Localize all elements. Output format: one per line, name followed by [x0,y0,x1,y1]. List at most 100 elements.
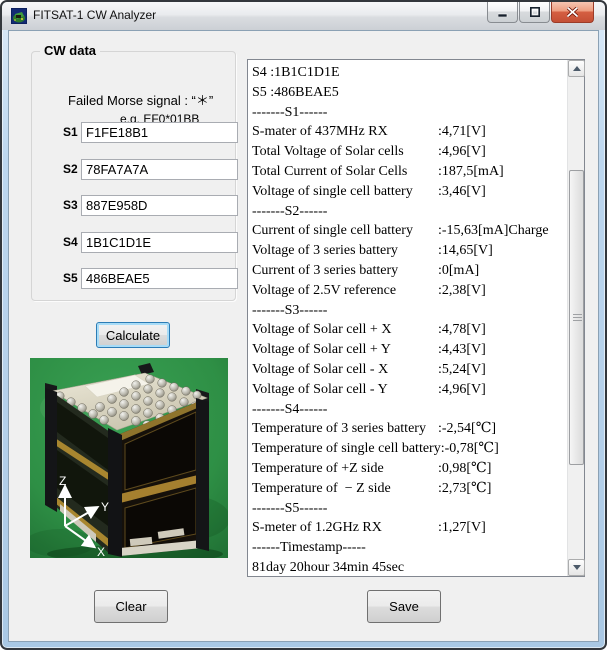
output-line-value: :0[mA] [438,262,480,278]
output-line: S5 :486BEAE5 [252,83,567,103]
scroll-down-button[interactable] [568,559,585,576]
s3-label: S3 [63,198,78,212]
s2-input[interactable] [81,159,238,180]
calculate-button[interactable]: Calculate [96,322,170,348]
output-line-value: :4,96[V] [438,144,486,160]
titlebar[interactable]: FITSAT-1 CW Analyzer [2,2,605,30]
scroll-down-icon [572,565,581,570]
output-line-label: 81day 20hour 34min 45sec [252,559,405,575]
client-area: CW data Failed Morse signal : “＊” e.g. E… [8,30,599,642]
axis-y-label: Y [101,500,109,514]
scrollbar-grip-icon [573,313,582,322]
groupbox-title: CW data [40,43,100,58]
scroll-up-button[interactable] [568,60,585,77]
output-line: Temperature of 3 series battery :-2,54[℃] [252,419,567,439]
output-line-label: Voltage of Solar cell + X [252,322,392,338]
scroll-up-icon [572,66,581,71]
output-line-label: S4 :1B1C1D1E [252,65,340,80]
output-line: -------S1------ [252,103,567,123]
output-line-label: Temperature of 3 series battery [252,421,426,437]
output-scrollbar[interactable] [567,60,585,576]
output-line-value: :0,98[℃] [438,460,492,476]
output-line-value: :3,46[V] [438,183,486,199]
output-line-value: :14,65[V] [438,243,493,259]
output-line-value: :4,78[V] [438,322,486,338]
output-line: 81day 20hour 34min 45sec [252,558,567,576]
output-line: Voltage of 3 series battery :14,65[V] [252,241,567,261]
cw-data-groupbox: CW data Failed Morse signal : “＊” e.g. E… [31,43,238,301]
output-line-label: Voltage of single cell battery [252,183,413,199]
output-line-label: Voltage of 2.5V reference [252,282,397,298]
output-line-label: -------S2------ [252,203,328,219]
close-icon [567,7,578,17]
output-line: Voltage of Solar cell - Y :4,96[V] [252,380,567,400]
output-line-label: Temperature of +Z side [252,460,384,476]
output-line-value: :2,38[V] [438,282,486,298]
telemetry-output-box[interactable]: S4 :1B1C1D1E S5 :486BEAE5 -------S1------ S… [247,59,585,577]
output-line-value: :-2,54[℃] [438,421,497,437]
output-line-label: -------S3------ [252,302,328,318]
output-line-value: :187,5[mA] [438,163,504,179]
s2-label: S2 [63,162,78,176]
failed-morse-hint: Failed Morse signal : “＊” [68,93,214,108]
s4-label: S4 [63,235,78,249]
output-line-value: :-0,78[℃] [440,441,499,457]
output-lines: S4 :1B1C1D1E S5 :486BEAE5 -------S1------ S… [248,60,567,576]
maximize-button[interactable] [519,2,550,23]
caption-buttons [487,2,594,23]
s1-input[interactable] [81,122,238,143]
output-line: Voltage of Solar cell - X :5,24[V] [252,360,567,380]
output-line: -------S3------ [252,301,567,321]
output-line: Voltage of Solar cell + Y :4,43[V] [252,340,567,360]
output-line: Temperature of +Z side :0,98[℃] [252,459,567,479]
output-line: Total Voltage of Solar cells :4,96[V] [252,142,567,162]
clear-button[interactable]: Clear [94,590,168,623]
output-line: -------S4------ [252,400,567,420]
save-button[interactable]: Save [367,590,441,623]
output-line: -------S2------ [252,202,567,222]
window-title: FITSAT-1 CW Analyzer [33,8,157,22]
app-window: FITSAT-1 CW Analyzer CW data Failed Mors… [0,0,607,650]
output-line-label: -------S5------ [252,500,328,516]
output-line-label: Current of single cell battery [252,223,413,239]
output-line-label: -------S1------ [252,104,328,120]
output-line-value: :4,71[V] [438,124,486,140]
output-line: Voltage of single cell battery :3,46[V] [252,182,567,202]
scrollbar-thumb[interactable] [569,170,584,465]
output-line-value: :4,43[V] [438,342,486,358]
output-line-value: :5,24[V] [438,361,486,377]
s3-input[interactable] [81,195,238,216]
output-line: S4 :1B1C1D1E [252,63,567,83]
minimize-icon [497,13,507,17]
output-line-value: :4,96[V] [438,381,486,397]
minimize-button[interactable] [487,2,518,23]
output-line: Voltage of Solar cell + X :4,78[V] [252,320,567,340]
output-line-label: Voltage of 3 series battery [252,243,398,259]
output-line-label: Total Current of Solar Cells [252,163,408,179]
output-line-label: Voltage of Solar cell + Y [252,342,391,358]
axis-z-label: Z [59,474,66,488]
output-line-value: :2,73[℃] [438,480,492,496]
satellite-photo: Z Y X [30,358,228,558]
output-line-label: Voltage of Solar cell - X [252,361,389,377]
output-line-label: Temperature of single cell battery [252,441,441,457]
output-line-label: S5 :486BEAE5 [252,84,339,100]
output-line-label: -------S4------ [252,401,328,417]
close-button[interactable] [551,2,594,23]
output-line: Voltage of 2.5V reference :2,38[V] [252,281,567,301]
axis-x-label: X [97,545,105,558]
maximize-icon [529,7,540,17]
output-line-label: Current of 3 series battery [252,262,399,278]
output-line-label: Temperature of − Z side [252,480,391,496]
s4-input[interactable] [81,232,238,253]
output-line-label: Total Voltage of Solar cells [252,144,404,160]
s5-input[interactable] [81,268,238,289]
output-line-label: ------Timestamp----- [252,540,366,556]
output-line: Current of single cell battery:-15,63[mA… [252,221,567,241]
output-line: Temperature of single cell battery:-0,78… [252,439,567,459]
s1-label: S1 [63,125,78,139]
output-line-label: S-meter of 1.2GHz RX [252,520,382,536]
output-line-value: :1,27[V] [438,520,486,536]
output-line-label: Voltage of Solar cell - Y [252,381,388,397]
app-icon [11,8,27,24]
